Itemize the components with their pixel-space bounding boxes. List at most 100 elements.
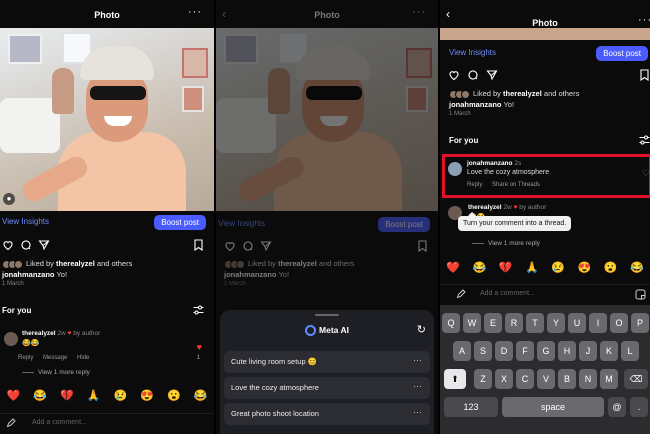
gif-sticker-icon[interactable]	[635, 289, 646, 300]
emoji-pray[interactable]: 🙏	[87, 389, 101, 402]
hide-button[interactable]: Hide	[77, 355, 89, 361]
view-insights-link[interactable]: View Insights	[2, 217, 49, 226]
liked-by-text[interactable]: Liked by therealyzel and others	[2, 259, 132, 269]
user-tag-icon[interactable]: ●	[3, 193, 15, 205]
pen-icon[interactable]	[456, 289, 466, 299]
key-h[interactable]: H	[558, 341, 576, 361]
meta-ai-icon	[305, 325, 317, 337]
share-icon[interactable]	[38, 239, 50, 251]
shift-key[interactable]: ⬆	[444, 369, 466, 389]
bookmark-icon[interactable]	[639, 69, 650, 81]
numbers-key[interactable]: 123	[444, 397, 498, 417]
boost-post-button[interactable]: Boost post	[596, 46, 648, 61]
avatar[interactable]	[4, 332, 18, 346]
more-options-button[interactable]: ···	[412, 6, 426, 18]
heart-icon[interactable]	[448, 69, 460, 81]
key-q[interactable]: Q	[442, 313, 460, 333]
boost-post-button[interactable]: Boost post	[154, 215, 206, 230]
comment-input[interactable]: Add a comment...	[480, 290, 535, 297]
emoji-laugh[interactable]: 😂	[194, 389, 208, 402]
boost-post-button[interactable]: Boost post	[378, 217, 430, 232]
key-a[interactable]: A	[453, 341, 471, 361]
emoji-cry[interactable]: 😢	[551, 261, 565, 274]
emoji-heart-eyes[interactable]: 😍	[140, 389, 154, 402]
key-w[interactable]: W	[463, 313, 481, 333]
backspace-key[interactable]: ⌫	[624, 369, 648, 389]
reply-button[interactable]: Reply	[18, 355, 33, 361]
heart-icon[interactable]: ♥	[197, 342, 202, 352]
key-d[interactable]: D	[495, 341, 513, 361]
filter-sliders-icon[interactable]	[639, 135, 650, 145]
suggestion-item[interactable]: Cute living room setup 😊 ···	[224, 351, 430, 373]
more-options-button[interactable]: ···	[188, 6, 202, 18]
dot-key[interactable]: .	[630, 397, 648, 417]
pen-icon[interactable]	[6, 418, 16, 428]
filter-sliders-icon[interactable]	[193, 305, 204, 315]
share-icon[interactable]	[260, 240, 272, 252]
key-o[interactable]: O	[610, 313, 628, 333]
key-v[interactable]: V	[537, 369, 555, 389]
emoji-laugh[interactable]: 😂	[630, 261, 644, 274]
key-c[interactable]: C	[516, 369, 534, 389]
post-photo[interactable]: ●	[0, 28, 214, 211]
emoji-broken-heart[interactable]: 💔	[60, 389, 74, 402]
key-k[interactable]: K	[600, 341, 618, 361]
emoji-wow[interactable]: 😮	[167, 389, 181, 402]
emoji-laugh[interactable]: 😂	[33, 389, 47, 402]
for-you-label: For you	[449, 136, 479, 145]
refresh-icon[interactable]: ↻	[417, 323, 426, 336]
emoji-heart[interactable]: ❤️	[7, 389, 21, 402]
view-more-replies[interactable]: View 1 more reply	[22, 369, 90, 376]
emoji-pray[interactable]: 🙏	[525, 261, 539, 274]
bookmark-icon[interactable]	[417, 240, 428, 252]
key-n[interactable]: N	[579, 369, 597, 389]
heart-icon[interactable]	[2, 239, 14, 251]
emoji-heart-eyes[interactable]: 😍	[578, 261, 592, 274]
view-insights-link[interactable]: View Insights	[449, 48, 496, 57]
view-insights-link[interactable]: View Insights	[218, 219, 265, 228]
key-b[interactable]: B	[558, 369, 576, 389]
key-x[interactable]: X	[495, 369, 513, 389]
comment-icon[interactable]	[242, 240, 254, 252]
emoji-laugh[interactable]: 😂	[473, 261, 487, 274]
more-options-icon[interactable]: ···	[413, 355, 422, 365]
key-l[interactable]: L	[621, 341, 639, 361]
suggestion-item[interactable]: Great photo shoot location ···	[224, 403, 430, 425]
heart-icon[interactable]	[224, 240, 236, 252]
more-options-icon[interactable]: ···	[413, 407, 422, 417]
message-button[interactable]: Message	[43, 355, 67, 361]
emoji-wow[interactable]: 😮	[604, 261, 618, 274]
key-y[interactable]: Y	[547, 313, 565, 333]
key-f[interactable]: F	[516, 341, 534, 361]
at-key[interactable]: @	[608, 397, 626, 417]
key-u[interactable]: U	[568, 313, 586, 333]
share-icon[interactable]	[486, 69, 498, 81]
sheet-handle[interactable]	[315, 314, 339, 316]
key-s[interactable]: S	[474, 341, 492, 361]
space-key[interactable]: space	[502, 397, 604, 417]
view-more-replies[interactable]: View 1 more reply	[472, 240, 540, 247]
key-p[interactable]: P	[631, 313, 649, 333]
key-m[interactable]: M	[600, 369, 618, 389]
bookmark-icon[interactable]	[193, 239, 204, 251]
key-e[interactable]: E	[484, 313, 502, 333]
liked-by-text[interactable]: Liked by therealyzel and others	[224, 259, 354, 269]
comment-input[interactable]: Add a comment...	[32, 419, 87, 426]
suggestion-item[interactable]: Love the cozy atmosphere ···	[224, 377, 430, 399]
threads-tooltip[interactable]: Turn your comment into a thread.	[458, 212, 572, 231]
key-g[interactable]: G	[537, 341, 555, 361]
more-options-button[interactable]: ···	[638, 14, 650, 26]
key-r[interactable]: R	[505, 313, 523, 333]
key-j[interactable]: J	[579, 341, 597, 361]
comment-icon[interactable]	[467, 69, 479, 81]
comment-icon[interactable]	[20, 239, 32, 251]
emoji-broken-heart[interactable]: 💔	[499, 261, 513, 274]
key-i[interactable]: I	[589, 313, 607, 333]
liked-by-text[interactable]: Liked by therealyzel and others	[449, 89, 579, 99]
key-z[interactable]: Z	[474, 369, 492, 389]
key-t[interactable]: T	[526, 313, 544, 333]
emoji-heart[interactable]: ❤️	[446, 261, 460, 274]
more-options-icon[interactable]: ···	[413, 381, 422, 391]
emoji-cry[interactable]: 😢	[114, 389, 128, 402]
post-photo[interactable]	[216, 28, 438, 211]
